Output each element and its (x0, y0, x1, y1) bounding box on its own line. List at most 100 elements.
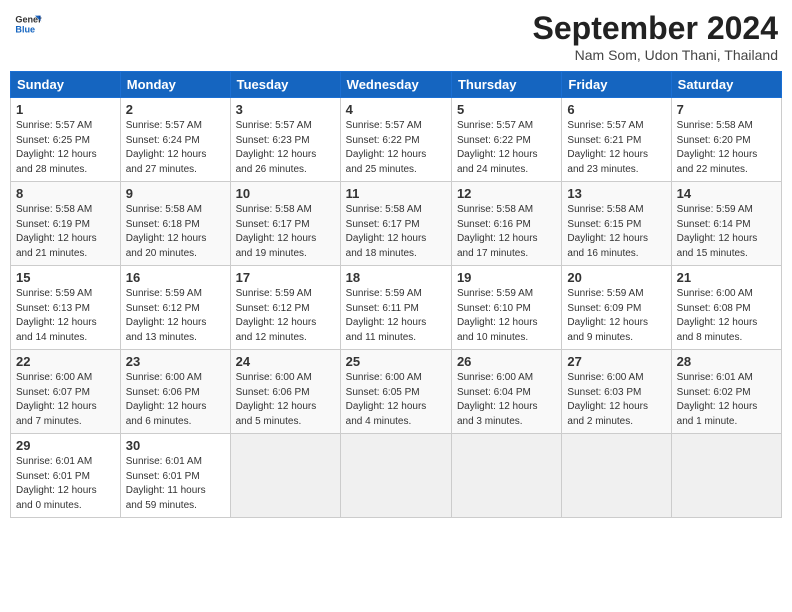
title-section: September 2024 Nam Som, Udon Thani, Thai… (533, 10, 778, 63)
header-monday: Monday (120, 72, 230, 98)
day-number-19: 19 (457, 270, 556, 285)
header-tuesday: Tuesday (230, 72, 340, 98)
month-title: September 2024 (533, 10, 778, 47)
day-info-27: Sunrise: 6:00 AM Sunset: 6:03 PM Dayligh… (567, 371, 665, 429)
day-number-28: 28 (677, 354, 776, 369)
day-cell-3: 3 Sunrise: 5:57 AM Sunset: 6:23 PM Daylig… (230, 98, 340, 182)
day-cell-24: 24Sunrise: 6:00 AM Sunset: 6:06 PM Dayli… (230, 350, 340, 434)
day-cell-22: 22 Sunrise: 6:00 AM Sunset: 6:07 PM Dayli… (11, 350, 121, 434)
day-info-20: Sunrise: 5:59 AM Sunset: 6:09 PM Dayligh… (567, 287, 665, 345)
day-info-22: Sunrise: 6:00 AM Sunset: 6:07 PM Dayligh… (16, 371, 115, 429)
day-number-16: 16 (126, 270, 225, 285)
empty-cell (562, 434, 671, 518)
day-number-7: 7 (677, 102, 776, 117)
day-number-15: 15 (16, 270, 115, 285)
day-number-17: 17 (236, 270, 335, 285)
day-info-1: Sunrise: 5:57 AM Sunset: 6:25 PM Dayligh… (16, 119, 115, 177)
day-info-17: Sunrise: 5:59 AM Sunset: 6:12 PM Dayligh… (236, 287, 335, 345)
day-cell-7: 7 Sunrise: 5:58 AM Sunset: 6:20 PM Daylig… (671, 98, 781, 182)
logo-icon: General Blue (14, 10, 42, 38)
day-info-19: Sunrise: 5:59 AM Sunset: 6:10 PM Dayligh… (457, 287, 556, 345)
day-info-3: Sunrise: 5:57 AM Sunset: 6:23 PM Dayligh… (236, 119, 335, 177)
day-cell-28: 28 Sunrise: 6:01 AM Sunset: 6:02 PM Dayli… (671, 350, 781, 434)
empty-cell (340, 434, 451, 518)
day-info-16: Sunrise: 5:59 AM Sunset: 6:12 PM Dayligh… (126, 287, 225, 345)
day-info-11: Sunrise: 5:58 AM Sunset: 6:17 PM Dayligh… (346, 203, 446, 261)
day-info-30: Sunrise: 6:01 AM Sunset: 6:01 PM Dayligh… (126, 455, 225, 513)
day-number-12: 12 (457, 186, 556, 201)
header-thursday: Thursday (451, 72, 561, 98)
day-cell-25: 25 Sunrise: 6:00 AM Sunset: 6:05 PM Dayli… (340, 350, 451, 434)
day-number-5: 5 (457, 102, 556, 117)
day-number-27: 27 (567, 354, 665, 369)
day-info-9: Sunrise: 5:58 AM Sunset: 6:18 PM Dayligh… (126, 203, 225, 261)
day-info-28: Sunrise: 6:01 AM Sunset: 6:02 PM Dayligh… (677, 371, 776, 429)
empty-cell (671, 434, 781, 518)
day-info-5: Sunrise: 5:57 AM Sunset: 6:22 PM Dayligh… (457, 119, 556, 177)
day-info-26: Sunrise: 6:00 AM Sunset: 6:04 PM Dayligh… (457, 371, 556, 429)
day-number-11: 11 (346, 186, 446, 201)
day-info-25: Sunrise: 6:00 AM Sunset: 6:05 PM Dayligh… (346, 371, 446, 429)
day-cell-15: 15 Sunrise: 5:59 AM Sunset: 6:13 PM Dayli… (11, 266, 121, 350)
week-row-3: 15 Sunrise: 5:59 AM Sunset: 6:13 PM Dayli… (11, 266, 782, 350)
day-info-8: Sunrise: 5:58 AM Sunset: 6:19 PM Dayligh… (16, 203, 115, 261)
day-number-30: 30 (126, 438, 225, 453)
day-cell-14: 14 Sunrise: 5:59 AM Sunset: 6:14 PM Dayli… (671, 182, 781, 266)
day-info-23: Sunrise: 6:00 AM Sunset: 6:06 PM Dayligh… (126, 371, 225, 429)
day-number-21: 21 (677, 270, 776, 285)
day-cell-17: 17 Sunrise: 5:59 AM Sunset: 6:12 PM Dayli… (230, 266, 340, 350)
header-wednesday: Wednesday (340, 72, 451, 98)
day-info-7: Sunrise: 5:58 AM Sunset: 6:20 PM Dayligh… (677, 119, 776, 177)
day-cell-16: 16 Sunrise: 5:59 AM Sunset: 6:12 PM Dayli… (120, 266, 230, 350)
day-cell-18: 18 Sunrise: 5:59 AM Sunset: 6:11 PM Dayli… (340, 266, 451, 350)
day-number-8: 8 (16, 186, 115, 201)
location: Nam Som, Udon Thani, Thailand (533, 47, 778, 63)
header-saturday: Saturday (671, 72, 781, 98)
day-cell-2: 2 Sunrise: 5:57 AM Sunset: 6:24 PM Daylig… (120, 98, 230, 182)
day-cell-29: 29 Sunrise: 6:01 AM Sunset: 6:01 PM Dayli… (11, 434, 121, 518)
day-info-2: Sunrise: 5:57 AM Sunset: 6:24 PM Dayligh… (126, 119, 225, 177)
day-cell-1: 1 Sunrise: 5:57 AM Sunset: 6:25 PM Daylig… (11, 98, 121, 182)
week-row-5: 29 Sunrise: 6:01 AM Sunset: 6:01 PM Dayli… (11, 434, 782, 518)
day-cell-30: 30 Sunrise: 6:01 AM Sunset: 6:01 PM Dayli… (120, 434, 230, 518)
day-cell-23: 23 Sunrise: 6:00 AM Sunset: 6:06 PM Dayli… (120, 350, 230, 434)
week-row-2: 8 Sunrise: 5:58 AM Sunset: 6:19 PM Daylig… (11, 182, 782, 266)
day-number-29: 29 (16, 438, 115, 453)
day-cell-21: 21Sunrise: 6:00 AM Sunset: 6:08 PM Dayli… (671, 266, 781, 350)
day-number-2: 2 (126, 102, 225, 117)
day-info-18: Sunrise: 5:59 AM Sunset: 6:11 PM Dayligh… (346, 287, 446, 345)
day-info-29: Sunrise: 6:01 AM Sunset: 6:01 PM Dayligh… (16, 455, 115, 513)
day-info-13: Sunrise: 5:58 AM Sunset: 6:15 PM Dayligh… (567, 203, 665, 261)
day-number-20: 20 (567, 270, 665, 285)
day-number-22: 22 (16, 354, 115, 369)
day-cell-26: 26Sunrise: 6:00 AM Sunset: 6:04 PM Dayli… (451, 350, 561, 434)
day-number-23: 23 (126, 354, 225, 369)
header-friday: Friday (562, 72, 671, 98)
day-info-14: Sunrise: 5:59 AM Sunset: 6:14 PM Dayligh… (677, 203, 776, 261)
weekday-header-row: SundayMondayTuesdayWednesdayThursdayFrid… (11, 72, 782, 98)
day-cell-11: 11 Sunrise: 5:58 AM Sunset: 6:17 PM Dayli… (340, 182, 451, 266)
day-info-6: Sunrise: 5:57 AM Sunset: 6:21 PM Dayligh… (567, 119, 665, 177)
day-info-15: Sunrise: 5:59 AM Sunset: 6:13 PM Dayligh… (16, 287, 115, 345)
day-cell-13: 13 Sunrise: 5:58 AM Sunset: 6:15 PM Dayli… (562, 182, 671, 266)
day-number-18: 18 (346, 270, 446, 285)
calendar-table: SundayMondayTuesdayWednesdayThursdayFrid… (10, 71, 782, 518)
day-number-3: 3 (236, 102, 335, 117)
day-cell-27: 27 Sunrise: 6:00 AM Sunset: 6:03 PM Dayli… (562, 350, 671, 434)
day-number-25: 25 (346, 354, 446, 369)
day-number-13: 13 (567, 186, 665, 201)
empty-cell (230, 434, 340, 518)
week-row-4: 22 Sunrise: 6:00 AM Sunset: 6:07 PM Dayli… (11, 350, 782, 434)
day-cell-9: 9Sunrise: 5:58 AM Sunset: 6:18 PM Daylig… (120, 182, 230, 266)
day-cell-4: 4 Sunrise: 5:57 AM Sunset: 6:22 PM Daylig… (340, 98, 451, 182)
empty-cell (451, 434, 561, 518)
day-number-1: 1 (16, 102, 115, 117)
day-number-6: 6 (567, 102, 665, 117)
day-info-10: Sunrise: 5:58 AM Sunset: 6:17 PM Dayligh… (236, 203, 335, 261)
page-header: General Blue September 2024 Nam Som, Udo… (10, 10, 782, 63)
day-info-4: Sunrise: 5:57 AM Sunset: 6:22 PM Dayligh… (346, 119, 446, 177)
day-number-4: 4 (346, 102, 446, 117)
day-info-24: Sunrise: 6:00 AM Sunset: 6:06 PM Dayligh… (236, 371, 335, 429)
logo: General Blue (14, 10, 42, 38)
day-number-14: 14 (677, 186, 776, 201)
